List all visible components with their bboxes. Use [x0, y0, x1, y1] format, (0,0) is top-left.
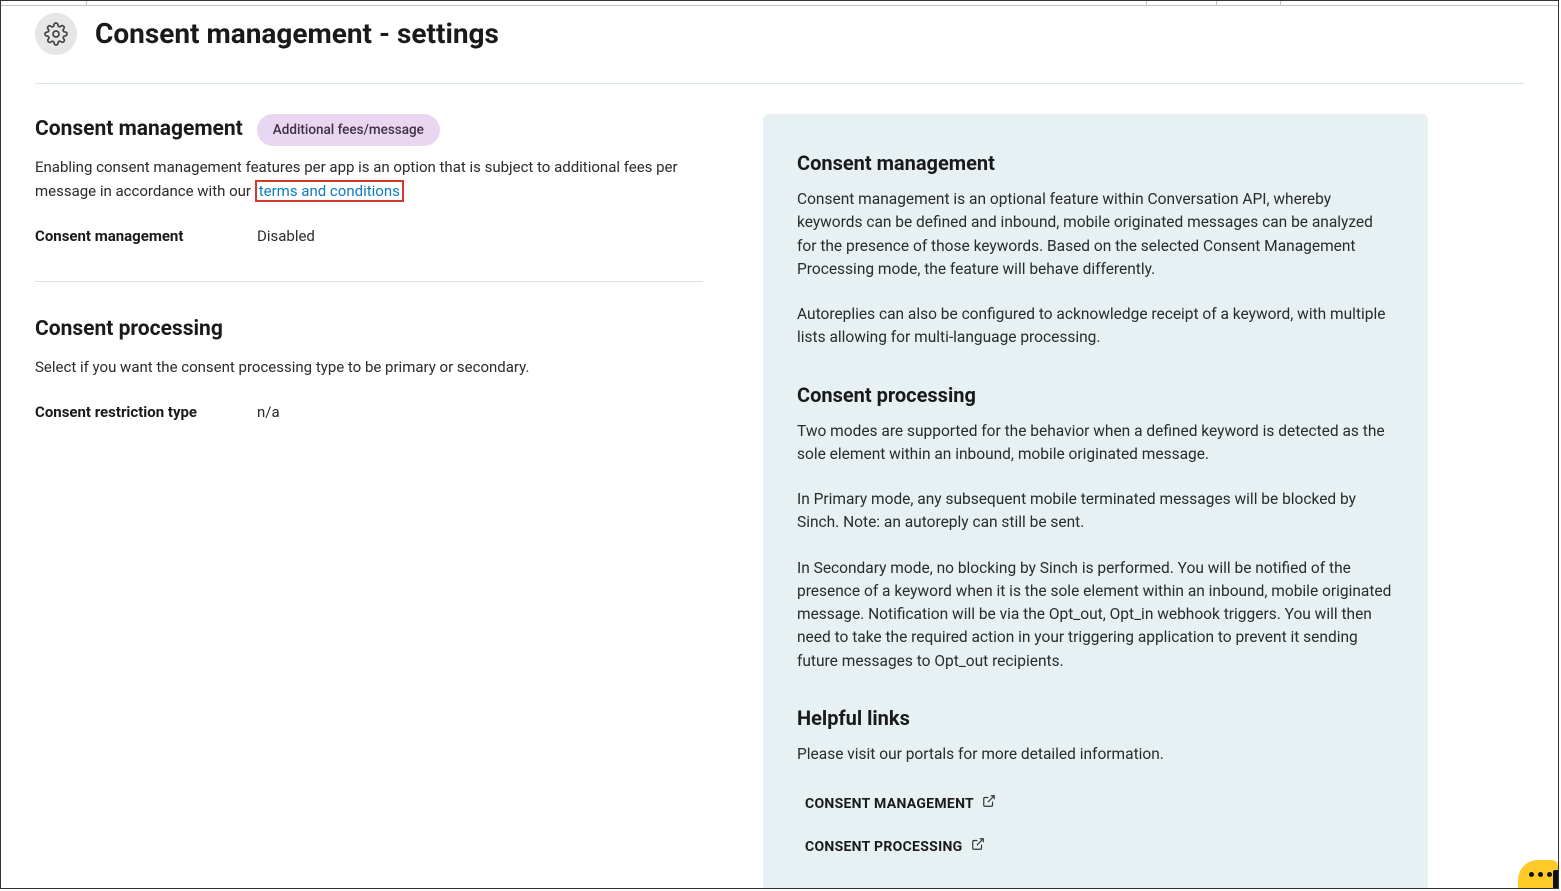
external-link-icon	[971, 837, 985, 858]
chat-dot-icon	[1547, 872, 1552, 877]
chat-widget[interactable]	[1518, 860, 1558, 888]
consent-mgmt-title: Consent management	[35, 114, 243, 146]
consent-proc-desc: Select if you want the consent processin…	[35, 356, 703, 379]
consent-restriction-row: Consent restriction type n/a	[35, 395, 703, 430]
info-cp-p3: In Secondary mode, no blocking by Sinch …	[797, 557, 1394, 673]
top-tab-stubs	[1, 1, 1558, 6]
section-divider	[35, 281, 703, 282]
info-hl-title: Helpful links	[797, 703, 1394, 733]
info-hl-desc: Please visit our portals for more detail…	[797, 743, 1394, 766]
page-title: Consent management - settings	[95, 13, 499, 55]
consent-restriction-label: Consent restriction type	[35, 401, 257, 424]
info-cm-title: Consent management	[797, 148, 1394, 178]
info-cp-p2: In Primary mode, any subsequent mobile t…	[797, 488, 1394, 535]
fees-badge: Additional fees/message	[257, 114, 440, 146]
chat-tab-icon	[1553, 870, 1559, 888]
consent-proc-title: Consent processing	[35, 314, 703, 346]
gear-icon	[35, 13, 77, 55]
info-cp-title: Consent processing	[797, 380, 1394, 410]
terms-and-conditions-link[interactable]: terms and conditions	[259, 182, 400, 200]
chat-dot-icon	[1529, 872, 1534, 877]
external-link-icon	[982, 794, 996, 815]
consent-mgmt-status-value: Disabled	[257, 225, 315, 248]
consent-management-link[interactable]: CONSENT MANAGEMENT	[797, 788, 1394, 821]
consent-mgmt-status-row: Consent management Disabled	[35, 219, 703, 254]
terms-link-highlight: terms and conditions	[255, 180, 404, 202]
left-column: Consent management Additional fees/messa…	[35, 114, 703, 430]
ext-link-label: CONSENT MANAGEMENT	[805, 794, 974, 815]
consent-processing-link[interactable]: CONSENT PROCESSING	[797, 831, 1394, 864]
consent-mgmt-desc: Enabling consent management features per…	[35, 156, 703, 203]
consent-mgmt-status-label: Consent management	[35, 225, 257, 248]
ext-link-label: CONSENT PROCESSING	[805, 837, 963, 858]
info-cm-p2: Autoreplies can also be configured to ac…	[797, 303, 1394, 350]
info-cp-p1: Two modes are supported for the behavior…	[797, 420, 1394, 467]
chat-dot-icon	[1538, 872, 1543, 877]
info-panel: Consent management Consent management is…	[763, 114, 1428, 889]
page-header: Consent management - settings	[35, 13, 1524, 84]
consent-restriction-value: n/a	[257, 401, 280, 424]
info-cm-p1: Consent management is an optional featur…	[797, 188, 1394, 281]
